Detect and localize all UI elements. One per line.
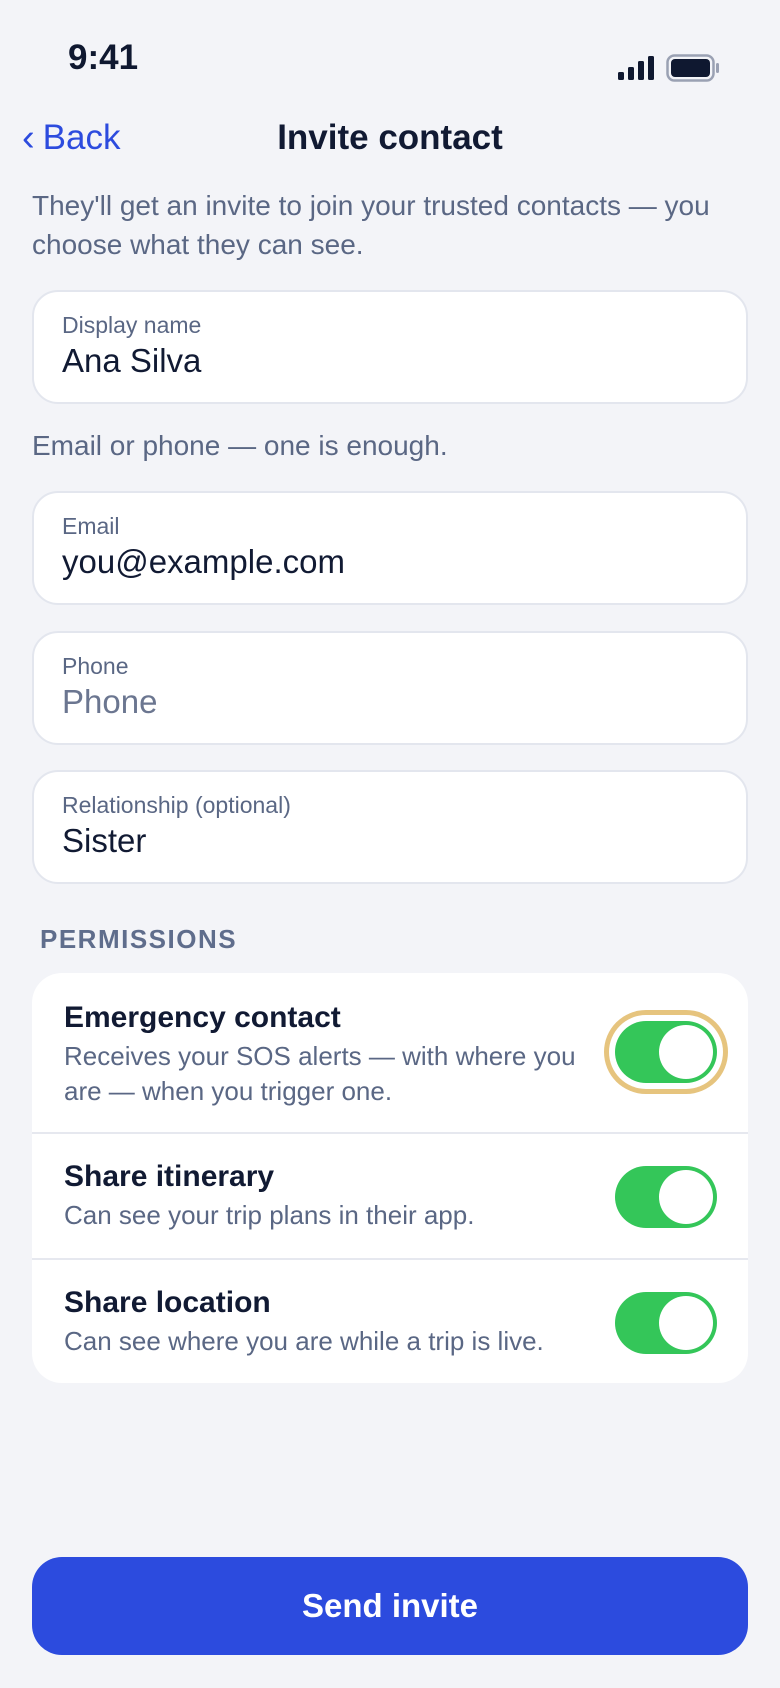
- display-name-label: Display name: [62, 312, 202, 338]
- status-bar: 9:41: [0, 0, 780, 110]
- permissions-heading: PERMISSIONS: [40, 924, 238, 954]
- share-itinerary-toggle[interactable]: [615, 1166, 717, 1228]
- permission-description: Can see your trip plans in their app.: [64, 1200, 475, 1230]
- status-time: 9:41: [68, 38, 139, 77]
- emergency-contact-toggle[interactable]: [615, 1021, 717, 1083]
- phone-label: Phone: [62, 653, 129, 679]
- relationship-label: Relationship (optional): [62, 792, 291, 818]
- phone-field[interactable]: Phone: [32, 631, 748, 745]
- email-field[interactable]: Email: [32, 491, 748, 605]
- toggle-knob: [659, 1025, 713, 1079]
- send-invite-button[interactable]: Send invite: [32, 1557, 748, 1655]
- relationship-input[interactable]: [62, 822, 722, 860]
- toggle-knob: [659, 1170, 713, 1224]
- permissions-card: Emergency contact Receives your SOS aler…: [32, 973, 748, 1383]
- permission-row-itinerary: Share itinerary Can see your trip plans …: [32, 1132, 748, 1258]
- battery-icon: [666, 54, 719, 82]
- contact-hint: Email or phone — one is enough.: [32, 430, 448, 461]
- share-location-toggle[interactable]: [615, 1292, 717, 1354]
- chevron-left-icon: ‹: [22, 117, 35, 159]
- back-button[interactable]: ‹ Back: [22, 118, 120, 158]
- permission-description: Receives your SOS alerts — with where yo…: [64, 1041, 576, 1106]
- permission-title: Share itinerary: [64, 1160, 275, 1193]
- permission-row-location: Share location Can see where you are whi…: [32, 1258, 748, 1383]
- permission-title: Share location: [64, 1286, 271, 1319]
- permission-description: Can see where you are while a trip is li…: [64, 1326, 544, 1356]
- signal-icon: [618, 56, 654, 80]
- permission-row-emergency: Emergency contact Receives your SOS aler…: [32, 973, 748, 1132]
- display-name-input[interactable]: [62, 342, 722, 380]
- intro-text: They'll get an invite to join your trust…: [32, 190, 710, 260]
- permission-title: Emergency contact: [64, 1001, 341, 1034]
- nav-bar: ‹ Back Invite contact: [0, 112, 780, 164]
- display-name-field[interactable]: Display name: [32, 290, 748, 404]
- email-label: Email: [62, 513, 120, 539]
- relationship-field[interactable]: Relationship (optional): [32, 770, 748, 884]
- back-label: Back: [42, 118, 121, 157]
- toggle-knob: [659, 1296, 713, 1350]
- phone-input[interactable]: [62, 683, 722, 721]
- email-input[interactable]: [62, 543, 722, 581]
